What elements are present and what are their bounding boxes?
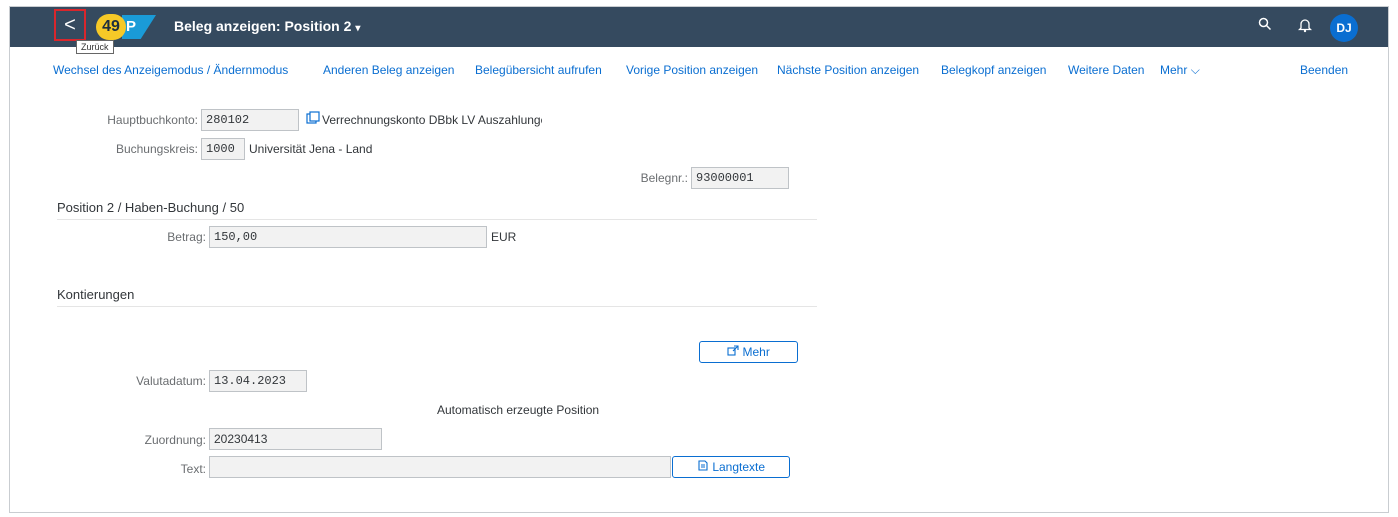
toolbar-next-item[interactable]: Nächste Position anzeigen: [777, 63, 919, 77]
currency-text: EUR: [491, 230, 517, 244]
toolbar-other-document[interactable]: Anderen Beleg anzeigen: [323, 63, 454, 77]
sap-logo: P: [122, 15, 156, 39]
document-number-label: Belegnr.:: [640, 171, 688, 185]
auto-generated-text: Automatisch erzeugte Position: [437, 403, 600, 417]
toolbar-more-menu[interactable]: Mehr ⌵: [1160, 63, 1200, 78]
caret-down-icon: ▾: [355, 23, 361, 34]
company-code-field[interactable]: 1000: [201, 138, 245, 160]
back-arrow-icon: <: [64, 14, 76, 36]
more-button-label: Mehr: [742, 345, 770, 359]
toolbar-document-header[interactable]: Belegkopf anzeigen: [941, 63, 1046, 77]
toolbar-previous-item[interactable]: Vorige Position anzeigen: [626, 63, 758, 77]
external-link-icon: [727, 345, 742, 359]
long-texts-button[interactable]: Langtexte: [672, 456, 790, 478]
search-icon[interactable]: [1258, 17, 1272, 34]
value-help-icon[interactable]: [306, 111, 322, 127]
gl-account-field[interactable]: 280102: [201, 109, 299, 131]
app-window: < P 49 Beleg anzeigen: Position 2 ▾ DJ Zu…: [9, 6, 1389, 513]
logo-text: P: [126, 18, 137, 35]
bell-icon[interactable]: [1297, 17, 1313, 36]
company-code-description: Universität Jena - Land: [249, 142, 373, 156]
more-button[interactable]: Mehr: [699, 341, 798, 363]
amount-label: Betrag:: [167, 230, 206, 244]
chevron-down-icon: ⌵: [1190, 63, 1200, 77]
text-label: Text:: [180, 462, 206, 476]
long-texts-button-label: Langtexte: [712, 460, 766, 474]
toolbar-toggle-mode[interactable]: Wechsel des Anzeigemodus / Ändernmodus: [53, 63, 288, 77]
app-title-menu[interactable]: Beleg anzeigen: Position 2 ▾: [174, 18, 360, 34]
value-date-field[interactable]: 13.04.2023: [209, 370, 307, 392]
toolbar-more-label: Mehr: [1160, 63, 1188, 77]
value-date-label: Valutadatum:: [136, 374, 206, 388]
toolbar-more-data[interactable]: Weitere Daten: [1068, 63, 1144, 77]
back-button[interactable]: <: [54, 9, 86, 41]
assignments-section-title: Kontierungen: [57, 287, 135, 302]
divider: [57, 306, 817, 307]
position-section-title: Position 2 / Haben-Buchung / 50: [57, 200, 245, 215]
text-field[interactable]: [209, 456, 671, 478]
app-title: Beleg anzeigen: Position 2: [174, 18, 352, 34]
step-badge: 49: [96, 14, 126, 40]
gl-account-label: Hauptbuchkonto:: [107, 113, 198, 127]
amount-field[interactable]: 150,00: [209, 226, 487, 248]
action-toolbar: Wechsel des Anzeigemodus / Ändernmodus A…: [10, 63, 1388, 83]
toolbar-document-overview[interactable]: Belegübersicht aufrufen: [475, 63, 602, 77]
document-number-field[interactable]: 93000001: [691, 167, 789, 189]
divider: [57, 219, 817, 220]
back-tooltip: Zurück: [76, 40, 114, 54]
shell-bar: < P 49 Beleg anzeigen: Position 2 ▾ DJ: [10, 7, 1388, 47]
assignment-label: Zuordnung:: [144, 433, 206, 447]
avatar[interactable]: DJ: [1330, 14, 1358, 42]
gl-account-description: Verrechnungskonto DBbk LV Auszahlungen: [322, 113, 542, 127]
exit-button[interactable]: Beenden: [1300, 63, 1348, 77]
document-text-icon: [697, 460, 712, 474]
assignment-field[interactable]: 20230413: [209, 428, 382, 450]
company-code-label: Buchungskreis:: [115, 142, 198, 156]
